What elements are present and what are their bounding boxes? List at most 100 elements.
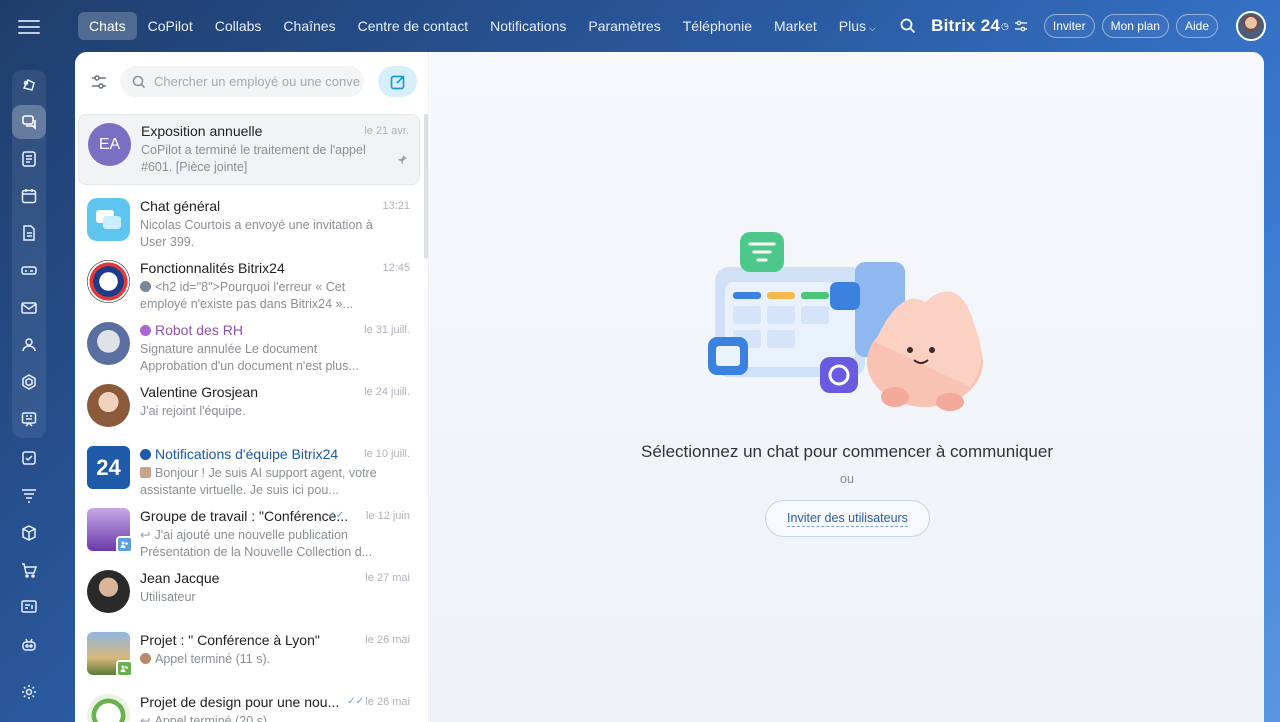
- main-panel: EA Exposition annuelle le 21 avr. CoPilo…: [75, 52, 1264, 722]
- tab-copilot[interactable]: CoPilot: [137, 12, 204, 40]
- compose-icon: [390, 74, 405, 89]
- avatar: [87, 384, 130, 427]
- chat-item[interactable]: Projet de design pour une nou... ✓✓ le 2…: [78, 686, 420, 722]
- sliders-icon[interactable]: [1014, 19, 1028, 33]
- chat-preview-text: J'ai ajouté une nouvelle publication Pré…: [140, 528, 373, 559]
- chat-item[interactable]: EA Exposition annuelle le 21 avr. CoPilo…: [78, 114, 420, 185]
- chat-preview: Utilisateur: [140, 590, 196, 604]
- tab-chats[interactable]: Chats: [78, 12, 137, 40]
- chat-illustration: [708, 232, 983, 411]
- chat-preview: Signature annulée Le document Approbatio…: [140, 342, 359, 373]
- group-badge-icon: [116, 536, 133, 553]
- mail-icon[interactable]: [12, 291, 46, 325]
- filter-icon[interactable]: [89, 72, 109, 92]
- group-badge-icon: [116, 660, 133, 677]
- bot-icon: [140, 325, 151, 336]
- avatar: [87, 260, 130, 303]
- shop-icon[interactable]: [12, 553, 46, 587]
- help-button[interactable]: Aide: [1175, 14, 1218, 38]
- search-input[interactable]: [154, 74, 364, 89]
- chat-preview: ↩ J'ai ajouté une nouvelle publication Pr…: [140, 527, 385, 561]
- chat-item[interactable]: Groupe de travail : "Conférence... ✓✓ le…: [78, 500, 420, 562]
- reply-icon: ↩: [140, 528, 151, 542]
- chat-time: le 27 mai: [365, 572, 410, 584]
- calendar-icon[interactable]: [12, 179, 46, 213]
- avatar: [87, 570, 130, 613]
- settings-icon[interactable]: [12, 675, 46, 709]
- author-avatar: [140, 467, 151, 478]
- chat-preview-text: Appel terminé (20 s).: [154, 714, 271, 722]
- inventory-icon[interactable]: [12, 516, 46, 550]
- crm-icon[interactable]: [12, 365, 46, 399]
- bot-icon[interactable]: [12, 628, 46, 662]
- pin-icon: [398, 155, 407, 164]
- chats-icon[interactable]: [12, 105, 46, 139]
- sites-icon[interactable]: [12, 590, 46, 624]
- invite-button[interactable]: Inviter: [1043, 14, 1095, 38]
- chat-name: Robot des RH: [140, 322, 243, 338]
- search-box[interactable]: [120, 66, 364, 97]
- chat-preview: Nicolas Courtois a envoyé une invitation…: [140, 218, 373, 249]
- chat-time: le 10 juill.: [364, 448, 410, 460]
- tab-collabs[interactable]: Collabs: [204, 12, 273, 40]
- avatar: EA: [88, 123, 131, 166]
- drive-icon[interactable]: [12, 253, 46, 287]
- tab-telephony[interactable]: Téléphonie: [672, 12, 763, 40]
- chat-item[interactable]: Chat général 13:21 Nicolas Courtois a en…: [78, 190, 420, 252]
- chat-item[interactable]: Fonctionnalités Bitrix24 12:45 <h2 id="8…: [78, 252, 420, 314]
- invite-users-button[interactable]: Inviter des utilisateurs: [765, 500, 930, 537]
- bitrix-badge-icon: [140, 449, 151, 460]
- search-icon: [132, 75, 146, 88]
- avatar: [87, 198, 130, 241]
- documents-icon[interactable]: [12, 216, 46, 250]
- search-icon[interactable]: [899, 17, 917, 35]
- chat-name-text: Robot des RH: [155, 322, 243, 338]
- author-avatar: [140, 653, 151, 664]
- empty-state: Sélectionnez un chat pour commencer à co…: [430, 52, 1264, 722]
- user-avatar[interactable]: [1236, 11, 1266, 41]
- chat-preview-text: Bonjour ! Je suis AI support agent, votr…: [140, 466, 377, 497]
- tasks-icon[interactable]: [12, 441, 46, 475]
- avatar: [87, 694, 130, 722]
- empty-state-or: ou: [840, 472, 854, 486]
- chat-time: le 26 mai: [365, 634, 410, 646]
- chat-name: Projet : " Conférence à Lyon": [140, 632, 320, 648]
- chat-time: le 12 juin: [365, 510, 410, 522]
- chat-name: Exposition annuelle: [141, 123, 263, 139]
- contacts-icon[interactable]: [12, 328, 46, 362]
- invite-users-label: Inviter des utilisateurs: [787, 510, 908, 527]
- avatar-logo-text: 24: [96, 454, 121, 480]
- chat-item[interactable]: Jean Jacque le 27 mai Utilisateur: [78, 562, 420, 624]
- chat-name: Valentine Grosjean: [140, 384, 259, 400]
- avatar: [87, 322, 130, 365]
- tab-market[interactable]: Market: [763, 12, 828, 40]
- chat-preview-text: <h2 id="8">Pourquoi l'erreur « Cet emplo…: [140, 280, 353, 311]
- new-chat-button[interactable]: [378, 66, 417, 97]
- chat-preview: <h2 id="8">Pourquoi l'erreur « Cet emplo…: [140, 279, 385, 313]
- chat-name: Jean Jacque: [140, 570, 220, 586]
- tab-channels[interactable]: Chaînes: [272, 12, 346, 40]
- chat-item[interactable]: 24 Notifications d'équipe Bitrix24 le 10…: [78, 438, 420, 500]
- sidebar-header: [75, 52, 429, 110]
- chat-time: le 24 juill.: [364, 386, 410, 398]
- chat-time: le 21 avr.: [364, 125, 409, 137]
- chat-sidebar: EA Exposition annuelle le 21 avr. CoPilo…: [75, 52, 429, 722]
- menu-icon[interactable]: [18, 16, 40, 36]
- feed-icon[interactable]: [12, 142, 46, 176]
- tab-settings[interactable]: Paramètres: [577, 12, 671, 40]
- tab-more[interactable]: Plus ⌵: [828, 12, 887, 40]
- my-plan-button[interactable]: Mon plan: [1101, 14, 1169, 38]
- avatar: 24: [87, 446, 130, 489]
- chat-preview: J'ai rejoint l'équipe.: [140, 404, 246, 418]
- top-nav: Chats CoPilot Collabs Chaînes Centre de …: [78, 12, 887, 40]
- top-bar: Chats CoPilot Collabs Chaînes Centre de …: [58, 0, 1280, 52]
- chat-item[interactable]: Robot des RH le 31 juill. Signature annu…: [78, 314, 420, 376]
- copilot-icon[interactable]: [12, 68, 46, 102]
- sales-funnel-icon[interactable]: [12, 478, 46, 512]
- chat-item[interactable]: Projet : " Conférence à Lyon" le 26 mai …: [78, 624, 420, 686]
- brand-logo[interactable]: Bitrix 24: [931, 16, 1000, 36]
- tab-contact-center[interactable]: Centre de contact: [347, 12, 480, 40]
- boards-icon[interactable]: [12, 402, 46, 436]
- tab-notifications[interactable]: Notifications: [479, 12, 577, 40]
- chat-item[interactable]: Valentine Grosjean le 24 juill. J'ai rej…: [78, 376, 420, 438]
